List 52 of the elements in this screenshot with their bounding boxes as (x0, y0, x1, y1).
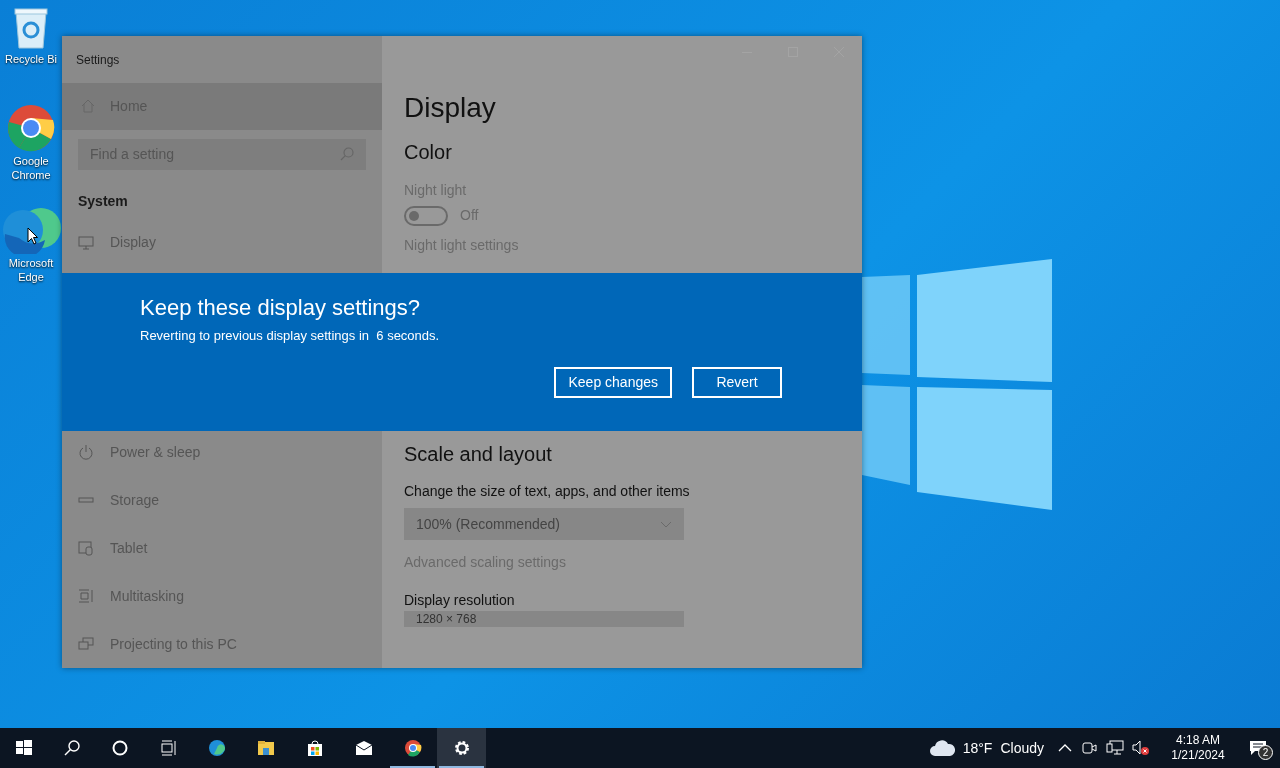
dialog-button[interactable]: Keep changes (554, 367, 672, 398)
gear-icon (452, 739, 471, 757)
recycle-bin-icon (12, 6, 50, 50)
clock-time: 4:18 AM (1176, 733, 1220, 748)
monitor-icon (78, 234, 94, 251)
search-icon (340, 146, 354, 161)
resolution-dropdown[interactable]: 1280 × 768 (404, 611, 684, 627)
folder-icon (256, 739, 275, 757)
search-icon (63, 739, 81, 757)
clock-date: 1/21/2024 (1171, 748, 1225, 763)
scale-dropdown[interactable]: 100% (Recommended) (404, 508, 684, 540)
setting-label: Display resolution (404, 590, 515, 610)
section-heading: System (78, 191, 128, 211)
page-title: Display (404, 91, 496, 125)
toggle-switch[interactable] (404, 205, 448, 226)
task-view-icon (159, 739, 177, 757)
chrome-logo-icon (403, 739, 422, 757)
section-heading: Color (404, 140, 452, 165)
section-heading: Scale and layout (404, 442, 552, 467)
camera-icon[interactable] (1082, 740, 1098, 756)
power-icon (78, 444, 94, 460)
network-icon[interactable] (1106, 740, 1124, 756)
desktop-shortcut[interactable]: Microsoft Edge (0, 204, 62, 284)
weather-condition[interactable]: Cloudy (1000, 737, 1044, 759)
multitasking-icon (78, 588, 94, 604)
taskbar-app-button[interactable] (437, 728, 486, 768)
running-indicator (439, 766, 484, 768)
envelope-icon (354, 739, 373, 757)
edge-logo-icon (207, 739, 226, 757)
window-title: Settings (76, 51, 120, 69)
setting-label: Change the size of text, apps, and other items (404, 481, 690, 501)
notification-count: 2 (1258, 745, 1273, 760)
circle-icon (111, 739, 129, 757)
running-indicator (390, 766, 435, 768)
dialog-button[interactable]: Revert (692, 367, 782, 398)
clock[interactable]: 4:18 AM 1/21/2024 (1160, 733, 1236, 763)
chevron-down-icon (660, 520, 672, 528)
chevron-up-icon[interactable] (1058, 744, 1072, 752)
dialog-message: Reverting to previous display settings in 6 seconds. (140, 327, 440, 346)
desktop-shortcut[interactable]: Google Chrome (0, 104, 62, 182)
projector-screen-icon (78, 636, 94, 652)
cloud-icon (929, 740, 955, 756)
desktop-shortcut[interactable]: Recycle Bi (0, 6, 62, 66)
tablet-icon (78, 540, 94, 556)
muted-speaker-icon[interactable] (1132, 740, 1150, 756)
chrome-logo-icon (7, 104, 55, 152)
notifications-button[interactable]: 2 (1236, 728, 1280, 768)
weather-temperature[interactable]: 18°F (962, 737, 993, 759)
dialog-title: Keep these display settings? (140, 293, 421, 322)
mouse-pointer-icon (27, 227, 38, 245)
shopping-bag-icon (305, 739, 324, 757)
windows-start-icon (15, 739, 33, 757)
